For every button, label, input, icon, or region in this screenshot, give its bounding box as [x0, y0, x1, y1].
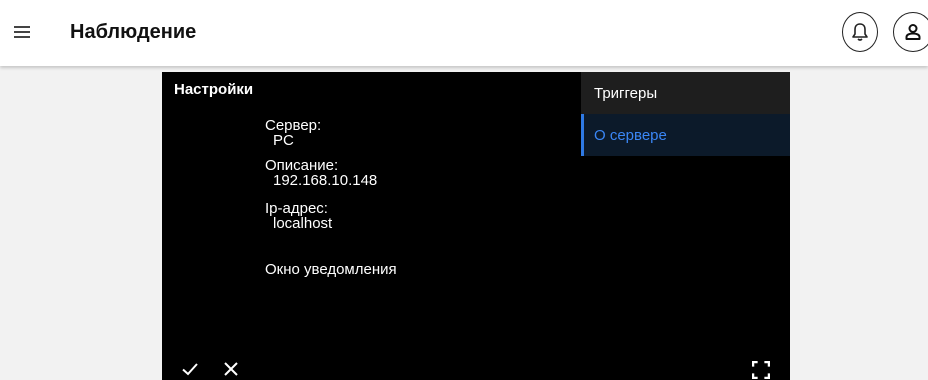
server-value: PC: [273, 132, 294, 149]
bell-icon: [852, 23, 868, 41]
side-menu-item-triggers[interactable]: Триггеры: [581, 72, 790, 114]
video-player-panel: Настройки Сервер: PC Описание: 192.168.1…: [162, 72, 790, 380]
server-label: Сервер:: [265, 117, 322, 134]
description-info: Описание: 192.168.10.148: [265, 158, 377, 188]
side-menu: Триггеры О сервере: [581, 72, 790, 156]
description-label: Описание:: [265, 157, 339, 174]
user-icon: [905, 24, 921, 40]
checkmark-icon[interactable]: [181, 360, 199, 378]
notification-window-link[interactable]: Окно уведомления: [265, 261, 397, 278]
notifications-button[interactable]: [842, 12, 878, 52]
page-title: Наблюдение: [70, 21, 197, 43]
ip-label: Ip-адрес:: [265, 200, 328, 217]
fullscreen-icon[interactable]: [752, 361, 770, 379]
side-menu-item-about-server[interactable]: О сервере: [581, 114, 790, 156]
ip-value: localhost: [273, 215, 333, 232]
close-icon[interactable]: [222, 360, 240, 378]
settings-title: Настройки: [174, 81, 254, 98]
top-app-bar: Наблюдение: [0, 0, 928, 66]
server-info: Сервер: PC: [265, 118, 321, 148]
user-profile-button[interactable]: [893, 12, 928, 52]
description-value: 192.168.10.148: [273, 172, 378, 189]
hamburger-menu-icon[interactable]: [14, 26, 30, 38]
ip-info: Ip-адрес: localhost: [265, 201, 332, 231]
